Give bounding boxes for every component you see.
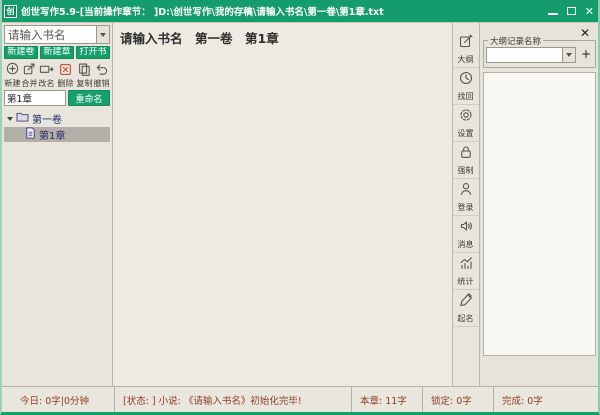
book-name-select[interactable]: 请输入书名 — [4, 25, 110, 44]
rename-button[interactable]: 重命名 — [68, 90, 110, 106]
message-button[interactable]: 消息 — [453, 216, 479, 253]
outline-record-label: 大纲记录名称 — [488, 35, 543, 47]
settings-button[interactable]: 设置 — [453, 105, 479, 142]
new-icon — [5, 62, 20, 77]
copy-icon — [77, 62, 92, 77]
status-message: [状态: ] 小说: 《请输入书名》初始化完毕! — [115, 387, 351, 412]
chart-icon — [458, 255, 474, 275]
new-button[interactable]: 新建 — [4, 62, 21, 89]
stats-button[interactable]: 统计 — [453, 253, 479, 290]
new-volume-button[interactable]: 新建卷 — [4, 46, 38, 59]
outline-button[interactable]: 大纲 — [453, 31, 479, 68]
statusbar: 今日: 0字|0分钟 [状态: ] 小说: 《请输入书名》初始化完毕! 本章: … — [2, 386, 598, 412]
chapter-label: 第1章 — [39, 127, 65, 142]
status-locked-words: 锁定: 0字 — [423, 387, 493, 412]
window-title: 创世写作5.9-[当前操作章节： ]D:\创世写作\我的存稿\请输入书名\第一卷… — [21, 4, 542, 18]
close-icon[interactable]: ✕ — [585, 6, 594, 17]
rename-icon — [39, 62, 54, 77]
rename-tool-button[interactable]: 改名 — [38, 62, 55, 89]
merge-button[interactable]: 合并 — [21, 62, 38, 89]
add-outline-button[interactable]: + — [579, 48, 593, 63]
strip-label: 大纲 — [458, 53, 474, 64]
login-button[interactable]: 登录 — [453, 179, 479, 216]
window-body: 请输入书名 新建卷 新建章 打开书 新建 — [2, 22, 598, 386]
folder-icon — [16, 111, 29, 125]
tool-label: 删除 — [57, 77, 73, 88]
merge-icon — [22, 62, 37, 77]
copy-button[interactable]: 复制 — [76, 62, 93, 89]
app-window: 创 创世写作5.9-[当前操作章节： ]D:\创世写作\我的存稿\请输入书名\第… — [0, 0, 600, 415]
volume-label: 第一卷 — [32, 111, 62, 126]
tree-caret-icon[interactable] — [7, 117, 13, 124]
user-icon — [458, 181, 474, 201]
clock-icon — [458, 70, 474, 90]
titlebar: 创 创世写作5.9-[当前操作章节： ]D:\创世写作\我的存稿\请输入书名\第… — [0, 0, 600, 22]
recover-button[interactable]: 找回 — [453, 68, 479, 105]
status-done-words: 完成: 0字 — [494, 387, 598, 412]
outline-record-value — [487, 48, 562, 62]
outline-record-select[interactable] — [486, 47, 576, 63]
chapter-sidebar: 请输入书名 新建卷 新建章 打开书 新建 — [2, 23, 113, 386]
tool-label: 改名 — [38, 77, 54, 88]
new-chapter-button[interactable]: 新建章 — [40, 46, 74, 59]
window-controls: ✕ — [548, 6, 594, 17]
dropdown-arrow-icon[interactable] — [562, 48, 575, 62]
chapter-name-input[interactable] — [4, 90, 66, 106]
app-logo-icon: 创 — [4, 5, 17, 18]
outline-panel: ✕ 大纲记录名称 + — [480, 23, 598, 386]
undo-icon — [94, 62, 109, 77]
undo-button[interactable]: 撤销 — [93, 62, 110, 89]
force-button[interactable]: 强制 — [453, 142, 479, 179]
create-buttons-row: 新建卷 新建章 打开书 — [4, 46, 110, 59]
speaker-icon — [458, 218, 474, 238]
strip-label: 登录 — [458, 201, 474, 212]
chapter-toolbar: 新建 合并 改名 — [4, 62, 110, 88]
rename-row: 重命名 — [4, 90, 110, 106]
strip-label: 设置 — [458, 127, 474, 138]
delete-button[interactable]: 删除 — [57, 62, 74, 89]
minimize-icon[interactable] — [548, 13, 558, 15]
tree-chapter-row[interactable]: 第1章 — [4, 127, 110, 142]
pen-icon — [458, 292, 474, 312]
editor-area[interactable]: 请输入书名 第一卷 第1章 — [113, 23, 452, 386]
book-name-value: 请输入书名 — [5, 27, 96, 43]
panel-close-icon[interactable]: ✕ — [574, 25, 596, 39]
strip-label: 消息 — [458, 238, 474, 249]
outline-record-group: 大纲记录名称 + — [483, 40, 596, 68]
tool-label: 撤销 — [94, 77, 110, 88]
dropdown-arrow-icon[interactable] — [96, 26, 109, 43]
open-book-button[interactable]: 打开书 — [76, 46, 110, 59]
tool-label: 合并 — [21, 77, 37, 88]
maximize-icon[interactable] — [567, 7, 576, 15]
status-today: 今日: 0字|0分钟 — [2, 387, 114, 412]
strip-label: 起名 — [458, 312, 474, 323]
book-tree: 第一卷 第1章 — [4, 111, 110, 142]
gear-icon — [458, 107, 474, 127]
delete-icon — [58, 62, 73, 77]
editor-breadcrumb: 请输入书名 第一卷 第1章 — [113, 23, 452, 47]
tool-label: 新建 — [4, 77, 20, 88]
chapter-doc-icon — [25, 127, 36, 142]
tree-volume-row[interactable]: 第一卷 — [4, 111, 110, 125]
strip-label: 统计 — [458, 275, 474, 286]
outline-list[interactable] — [483, 72, 596, 356]
strip-label: 找回 — [458, 90, 474, 101]
side-tool-strip: 大纲 找回 设置 — [452, 23, 480, 386]
tool-label: 复制 — [76, 77, 92, 88]
outline-icon — [458, 33, 474, 53]
naming-button[interactable]: 起名 — [453, 290, 479, 327]
status-chapter-words: 本章: 11字 — [352, 387, 422, 412]
strip-label: 强制 — [458, 164, 474, 175]
lock-icon — [458, 144, 474, 164]
